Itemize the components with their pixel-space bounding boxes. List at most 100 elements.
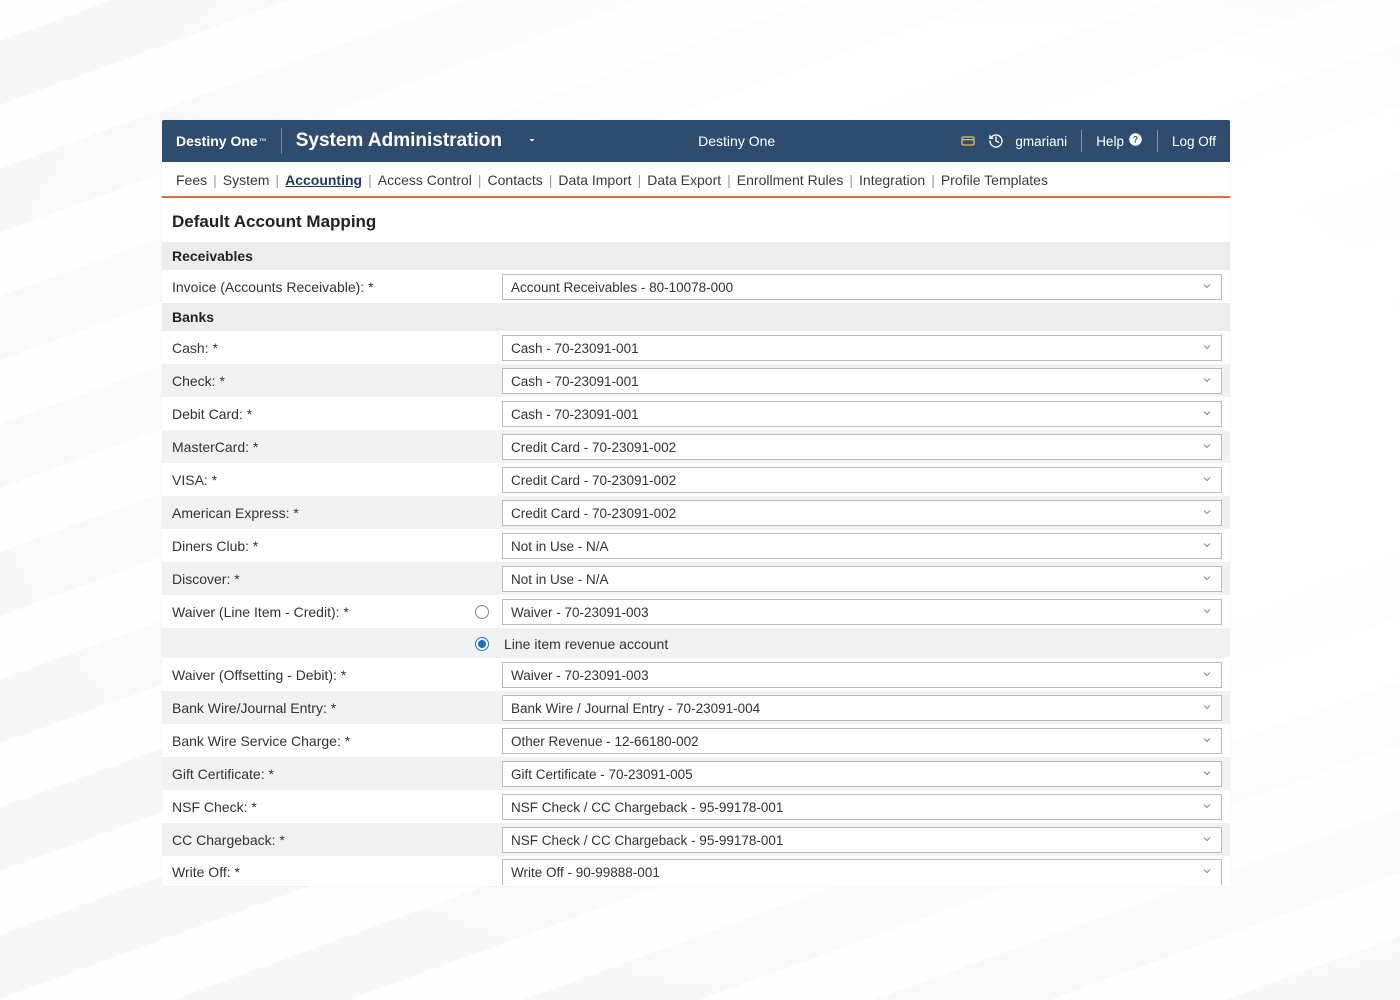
select-value: Waiver - 70-23091-003 [511, 668, 649, 683]
label-check: Check: * [162, 369, 462, 393]
radio-waiver-account[interactable] [475, 605, 489, 619]
subnav-sep: | [721, 172, 737, 188]
logoff-link[interactable]: Log Off [1172, 134, 1216, 149]
row-cc-chargeback: CC Chargeback: * NSF Check / CC Chargeba… [162, 823, 1230, 856]
subnav-item-integration[interactable]: Integration [859, 172, 925, 188]
topbar-divider [1081, 130, 1082, 152]
label-diners: Diners Club: * [162, 534, 462, 558]
select-discover[interactable]: Not in Use - N/A [502, 566, 1222, 592]
label-invoice-ar: Invoice (Accounts Receivable): * [162, 275, 462, 299]
waiver-alt-text: Line item revenue account [502, 636, 668, 652]
subnav-sep: | [472, 172, 488, 188]
select-value: Not in Use - N/A [511, 572, 609, 587]
brand-tm: ™ [259, 137, 267, 146]
row-waiver-credit-alt: Line item revenue account [162, 628, 1230, 658]
subnav-item-fees[interactable]: Fees [176, 172, 207, 188]
username[interactable]: gmariani [1015, 134, 1067, 149]
select-value: Cash - 70-23091-001 [511, 341, 639, 356]
history-icon[interactable] [987, 132, 1005, 150]
row-diners: Diners Club: * Not in Use - N/A [162, 529, 1230, 562]
label-cash: Cash: * [162, 336, 462, 360]
subnav-sep: | [843, 172, 859, 188]
row-invoice-ar: Invoice (Accounts Receivable): * Account… [162, 270, 1230, 303]
chevron-down-icon [1201, 800, 1215, 814]
row-check: Check: * Cash - 70-23091-001 [162, 364, 1230, 397]
subnav-sep: | [632, 172, 648, 188]
select-bank-wire[interactable]: Bank Wire / Journal Entry - 70-23091-004 [502, 695, 1222, 721]
select-value: Other Revenue - 12-66180-002 [511, 734, 699, 749]
card-icon[interactable] [959, 132, 977, 150]
select-cc-chargeback[interactable]: NSF Check / CC Chargeback - 95-99178-001 [502, 827, 1222, 853]
chevron-down-icon [1201, 280, 1215, 294]
chevron-down-icon [1201, 668, 1215, 682]
select-check[interactable]: Cash - 70-23091-001 [502, 368, 1222, 394]
select-value: Cash - 70-23091-001 [511, 374, 639, 389]
label-amex: American Express: * [162, 501, 462, 525]
select-waiver-debit[interactable]: Waiver - 70-23091-003 [502, 662, 1222, 688]
select-invoice-ar[interactable]: Account Receivables - 80-10078-000 [502, 274, 1222, 300]
chevron-down-icon [1201, 473, 1215, 487]
select-cash[interactable]: Cash - 70-23091-001 [502, 335, 1222, 361]
select-mastercard[interactable]: Credit Card - 70-23091-002 [502, 434, 1222, 460]
chevron-down-icon [1201, 605, 1215, 619]
select-value: NSF Check / CC Chargeback - 95-99178-001 [511, 833, 783, 848]
subnav-item-system[interactable]: System [223, 172, 270, 188]
label-waiver-debit: Waiver (Offsetting - Debit): * [162, 663, 462, 687]
subnav-sep: | [925, 172, 941, 188]
select-value: Bank Wire / Journal Entry - 70-23091-004 [511, 701, 760, 716]
chevron-down-icon [1201, 407, 1215, 421]
subnav-item-accounting[interactable]: Accounting [285, 172, 362, 188]
row-bank-wire: Bank Wire/Journal Entry: * Bank Wire / J… [162, 691, 1230, 724]
subnav-sep: | [543, 172, 559, 188]
help-link[interactable]: Help ? [1096, 132, 1143, 150]
module-dropdown-button[interactable] [520, 129, 544, 153]
brand-label: Destiny One [176, 133, 258, 149]
topbar-divider [1157, 130, 1158, 152]
subnav-sep: | [207, 172, 223, 188]
row-discover: Discover: * Not in Use - N/A [162, 562, 1230, 595]
help-icon: ? [1128, 132, 1143, 150]
row-gift-cert: Gift Certificate: * Gift Certificate - 7… [162, 757, 1230, 790]
select-nsf-check[interactable]: NSF Check / CC Chargeback - 95-99178-001 [502, 794, 1222, 820]
select-value: Gift Certificate - 70-23091-005 [511, 767, 693, 782]
label-bank-wire-svc: Bank Wire Service Charge: * [162, 729, 462, 753]
help-label: Help [1096, 134, 1124, 149]
label-discover: Discover: * [162, 567, 462, 591]
row-amex: American Express: * Credit Card - 70-230… [162, 496, 1230, 529]
select-bank-wire-svc[interactable]: Other Revenue - 12-66180-002 [502, 728, 1222, 754]
subnav-item-profile-templates[interactable]: Profile Templates [941, 172, 1048, 188]
label-debit: Debit Card: * [162, 402, 462, 426]
chevron-down-icon [1201, 374, 1215, 388]
select-waiver-credit[interactable]: Waiver - 70-23091-003 [502, 599, 1222, 625]
select-debit[interactable]: Cash - 70-23091-001 [502, 401, 1222, 427]
subnav-item-access-control[interactable]: Access Control [378, 172, 472, 188]
select-diners[interactable]: Not in Use - N/A [502, 533, 1222, 559]
section-banks: Banks [162, 303, 1230, 331]
subnav: Fees| System| Accounting| Access Control… [162, 162, 1230, 198]
chevron-down-icon [1201, 341, 1215, 355]
subnav-item-data-export[interactable]: Data Export [647, 172, 721, 188]
app-frame: Destiny One™ System Administration Desti… [162, 120, 1230, 886]
module-title: System Administration [282, 130, 516, 152]
page-title: Default Account Mapping [162, 198, 1230, 242]
radio-waiver-lineitem[interactable] [475, 637, 489, 651]
select-value: Credit Card - 70-23091-002 [511, 440, 676, 455]
subnav-item-contacts[interactable]: Contacts [488, 172, 543, 188]
select-write-off[interactable]: Write Off - 90-99888-001 [502, 859, 1222, 885]
select-gift-cert[interactable]: Gift Certificate - 70-23091-005 [502, 761, 1222, 787]
subnav-item-data-import[interactable]: Data Import [558, 172, 631, 188]
chevron-down-icon [1201, 440, 1215, 454]
chevron-down-icon [1201, 833, 1215, 847]
chevron-down-icon [1201, 506, 1215, 520]
subnav-item-enrollment-rules[interactable]: Enrollment Rules [737, 172, 844, 188]
row-cash: Cash: * Cash - 70-23091-001 [162, 331, 1230, 364]
select-value: Not in Use - N/A [511, 539, 609, 554]
select-visa[interactable]: Credit Card - 70-23091-002 [502, 467, 1222, 493]
row-debit: Debit Card: * Cash - 70-23091-001 [162, 397, 1230, 430]
select-amex[interactable]: Credit Card - 70-23091-002 [502, 500, 1222, 526]
select-value: Account Receivables - 80-10078-000 [511, 280, 733, 295]
label-write-off: Write Off: * [162, 860, 462, 884]
row-waiver-debit: Waiver (Offsetting - Debit): * Waiver - … [162, 658, 1230, 691]
brand: Destiny One™ [162, 128, 282, 154]
topbar-right: gmariani Help ? Log Off [959, 130, 1230, 152]
